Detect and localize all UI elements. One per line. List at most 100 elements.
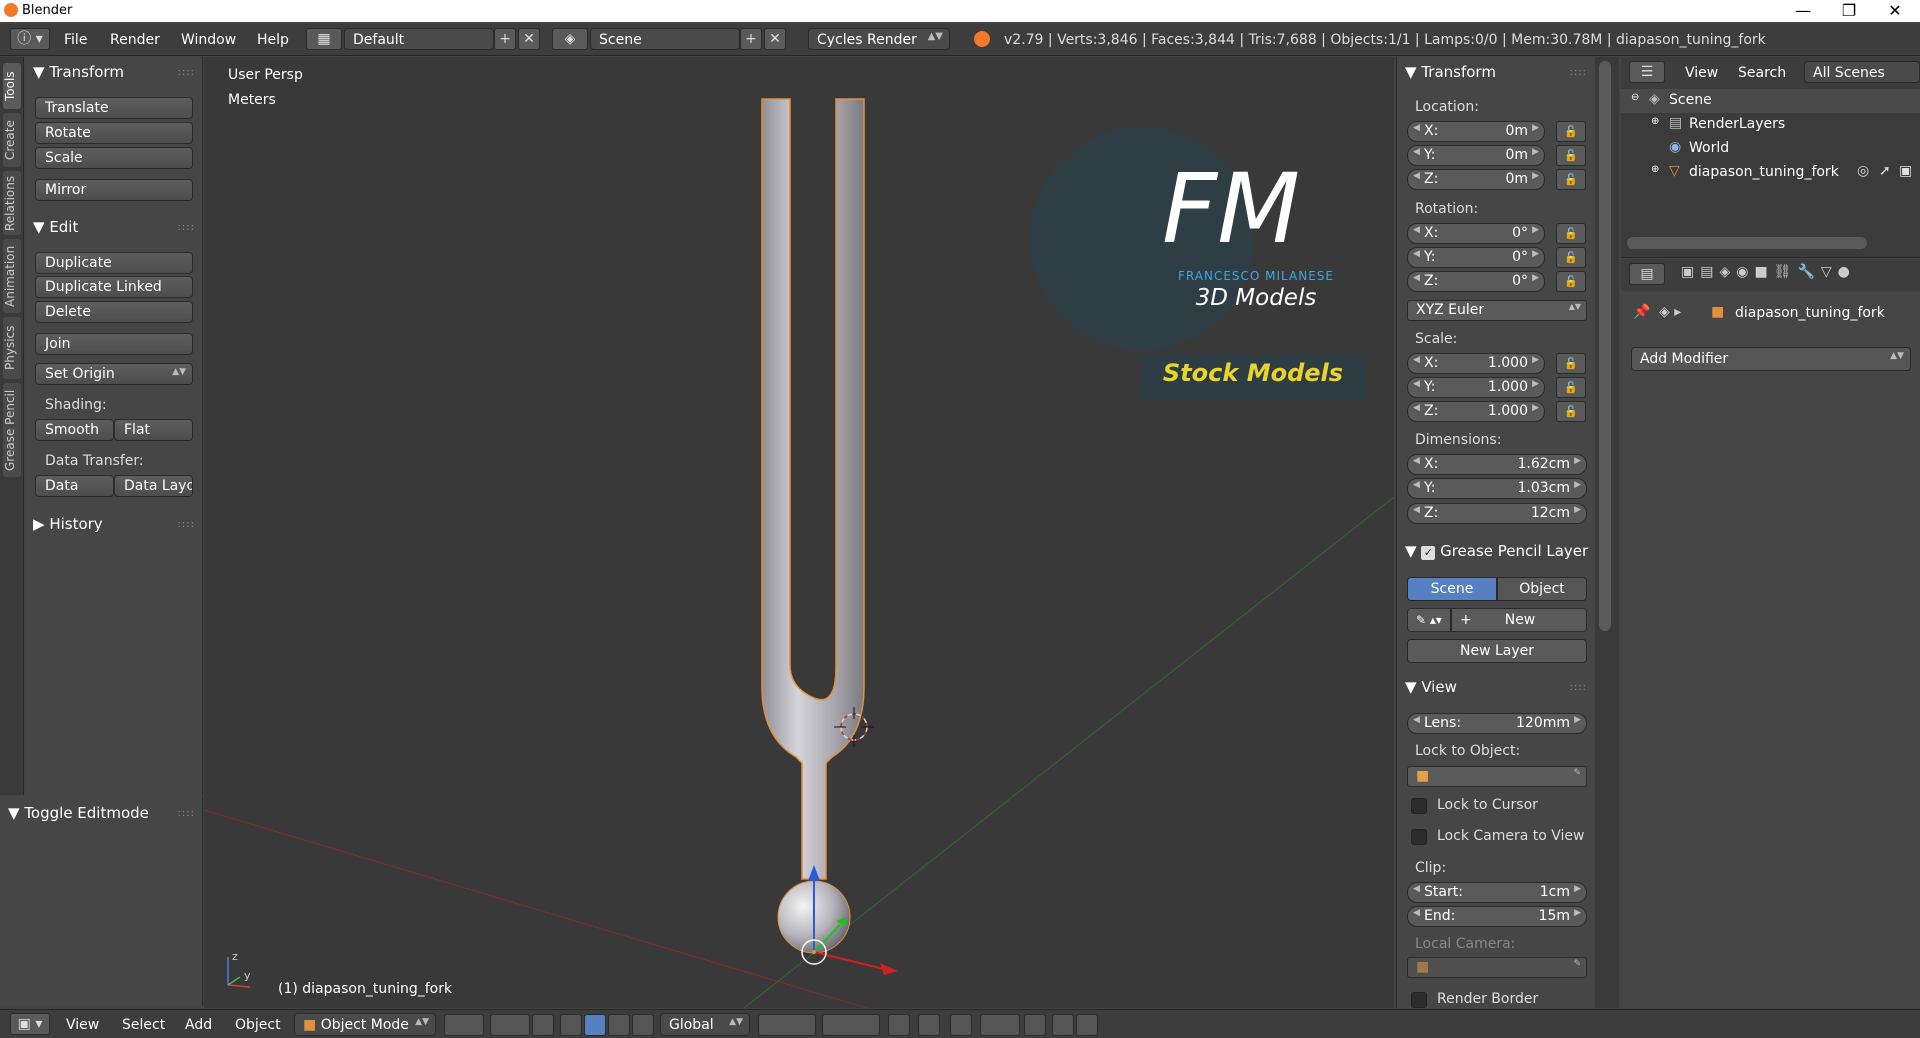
scale-x-field[interactable]: ◀ X: 1.000 ▶ (1407, 353, 1545, 374)
shade-flat-button[interactable]: Flat (114, 419, 193, 441)
remove-layout-icon[interactable]: ✕ (518, 28, 540, 50)
extra-manipulator-icon[interactable] (632, 1014, 654, 1036)
grease-pencil-layer-header[interactable]: ▼ ✓ Grease Pencil Layer (1397, 538, 1594, 564)
cursor-select-icon[interactable]: ➚ (1879, 163, 1891, 179)
dimensions-x-field[interactable]: ◀ X: 1.62cm ▶ (1407, 454, 1587, 475)
mode-dropdown[interactable]: ■ Object Mode ▲▼ (294, 1013, 436, 1036)
layers-grid-1-icon[interactable] (758, 1014, 816, 1036)
rotate-button[interactable]: Rotate (35, 122, 193, 144)
layout-field[interactable]: Default (344, 28, 494, 50)
proportional-edit-icon[interactable] (918, 1014, 940, 1036)
gp-new-button[interactable]: + New (1451, 608, 1587, 632)
add-layout-icon[interactable]: + (494, 28, 516, 50)
mirror-button[interactable]: Mirror (35, 179, 193, 201)
location-y-field[interactable]: ◀ Y: 0m ▶ (1407, 145, 1545, 166)
lock-icon[interactable]: 🔓 (1556, 401, 1586, 422)
location-x-field[interactable]: ◀ X: 0m ▶ (1407, 121, 1545, 142)
panel-grip-icon[interactable]: :::: (1570, 682, 1587, 693)
rotate-manipulator-icon[interactable] (584, 1014, 606, 1036)
scrollbar-thumb[interactable] (1599, 61, 1611, 631)
local-camera-field[interactable]: ■ ✎ (1407, 957, 1587, 978)
scale-y-field[interactable]: ◀ Y: 1.000 ▶ (1407, 377, 1545, 398)
info-editor-type-button[interactable]: ⓘ ▾ (10, 28, 50, 50)
tab-create[interactable]: Create (3, 113, 21, 167)
clip-start-field[interactable]: ◀ Start: 1cm ▶ (1407, 882, 1587, 903)
panel-grip-icon[interactable]: :::: (1570, 67, 1587, 78)
menu-file[interactable]: File (64, 32, 87, 48)
region-scrollbar[interactable] (1595, 57, 1619, 1008)
tuning-fork-object[interactable] (761, 98, 865, 954)
manipulator-toggle-icon[interactable] (532, 1014, 554, 1036)
lock-icon[interactable]: 🔓 (1556, 271, 1586, 292)
render-image-icon[interactable] (1052, 1014, 1074, 1036)
gp-new-layer-button[interactable]: New Layer (1407, 639, 1587, 663)
data-transfer-button[interactable]: Data (35, 475, 114, 497)
opengl-render-icon[interactable] (1024, 1014, 1046, 1036)
dimensions-y-field[interactable]: ◀ Y: 1.03cm ▶ (1407, 478, 1587, 499)
render-border-checkbox[interactable] (1411, 992, 1427, 1008)
panel-grip-icon[interactable]: :::: (178, 808, 195, 819)
delete-button[interactable]: Delete (35, 301, 193, 323)
eyedropper-icon[interactable]: ✎ (1573, 768, 1581, 778)
transform-orientation-dropdown[interactable]: Global ▲▼ (660, 1013, 750, 1036)
toggle-editmode-header[interactable]: ▼ Toggle Editmode:::: (0, 800, 203, 826)
rotation-y-field[interactable]: ◀ Y: 0° ▶ (1407, 247, 1545, 268)
clip-end-field[interactable]: ◀ End: 15m ▶ (1407, 906, 1587, 927)
menu-select[interactable]: Select (122, 1017, 165, 1033)
properties-editor-type-icon[interactable]: ▤ (1629, 263, 1665, 285)
dimensions-z-field[interactable]: ◀ Z: 12cm ▶ (1407, 503, 1587, 524)
outliner-row-object[interactable]: ⊕ ▽ diapason_tuning_fork ◎ ➚ ▣ (1621, 161, 1920, 185)
transform-properties-header[interactable]: ▼ Transform:::: (1397, 59, 1594, 85)
tab-animation[interactable]: Animation (3, 239, 21, 313)
snap-icon[interactable] (950, 1014, 972, 1036)
edit-panel-header[interactable]: ▼ Edit:::: (25, 214, 203, 240)
scale-manipulator-icon[interactable] (608, 1014, 630, 1036)
minimize-button[interactable]: — (1788, 1, 1818, 20)
outliner-search-menu[interactable]: Search (1738, 65, 1786, 81)
lock-icon[interactable]: 🔓 (1556, 169, 1586, 190)
history-panel-header[interactable]: ▶ History:::: (25, 511, 203, 537)
lock-icon[interactable]: 🔓 (1556, 377, 1586, 398)
menu-window[interactable]: Window (181, 32, 236, 48)
add-scene-icon[interactable]: + (740, 28, 762, 50)
transform-panel-header[interactable]: ▼ Transform:::: (25, 59, 203, 85)
outliner-view-menu[interactable]: View (1685, 65, 1718, 81)
rotation-mode-dropdown[interactable]: XYZ Euler ▲▼ (1407, 300, 1587, 321)
pivot-point-icon[interactable] (490, 1014, 530, 1036)
collapse-icon[interactable]: ⊖ (1631, 92, 1639, 103)
lock-object-field[interactable]: ■ ✎ (1407, 766, 1587, 787)
3d-viewport[interactable]: z y User Persp Meters (1) diapason_tunin… (204, 57, 1394, 1008)
close-button[interactable]: ✕ (1880, 1, 1910, 20)
pin-icon[interactable]: 📌 (1633, 304, 1650, 320)
eye-icon[interactable]: ◎ (1857, 163, 1869, 179)
snap-element-icon[interactable] (980, 1014, 1020, 1036)
tab-tools[interactable]: Tools (3, 63, 21, 109)
outliner-scrollbar[interactable] (1627, 237, 1867, 249)
lock-icon[interactable]: 🔓 (1556, 121, 1586, 142)
translate-manipulator-icon[interactable] (560, 1014, 582, 1036)
properties-context-icons[interactable]: ▣▤◈◉■⛓🔧▽● (1681, 264, 1856, 280)
translate-button[interactable]: Translate (35, 97, 193, 119)
location-z-field[interactable]: ◀ Z: 0m ▶ (1407, 169, 1545, 190)
lock-icon[interactable]: 🔓 (1556, 223, 1586, 244)
screen-layout-icon[interactable]: ▦ (306, 28, 342, 50)
outliner-row-world[interactable]: ◉ World (1621, 137, 1920, 161)
remove-scene-icon[interactable]: ✕ (764, 28, 786, 50)
render-animation-icon[interactable] (1076, 1014, 1098, 1036)
scene-field[interactable]: Scene (590, 28, 740, 50)
render-camera-icon[interactable]: ▣ (1899, 163, 1912, 179)
checkbox-checked-icon[interactable]: ✓ (1421, 546, 1436, 560)
menu-add[interactable]: Add (185, 1017, 212, 1033)
tab-physics[interactable]: Physics (3, 317, 21, 379)
expand-icon[interactable]: ⊕ (1651, 164, 1659, 175)
lock-camera-checkbox[interactable] (1411, 829, 1427, 845)
lock-icon[interactable]: 🔓 (1556, 247, 1586, 268)
tab-grease-pencil[interactable]: Grease Pencil (3, 383, 21, 477)
panel-grip-icon[interactable]: :::: (178, 67, 195, 78)
duplicate-button[interactable]: Duplicate (35, 252, 193, 274)
menu-help[interactable]: Help (257, 32, 289, 48)
rotation-z-field[interactable]: ◀ Z: 0° ▶ (1407, 271, 1545, 292)
outliner-editor-type-icon[interactable]: ☰ (1629, 61, 1665, 83)
view-properties-header[interactable]: ▼ View:::: (1397, 674, 1594, 700)
rotation-x-field[interactable]: ◀ X: 0° ▶ (1407, 223, 1545, 244)
